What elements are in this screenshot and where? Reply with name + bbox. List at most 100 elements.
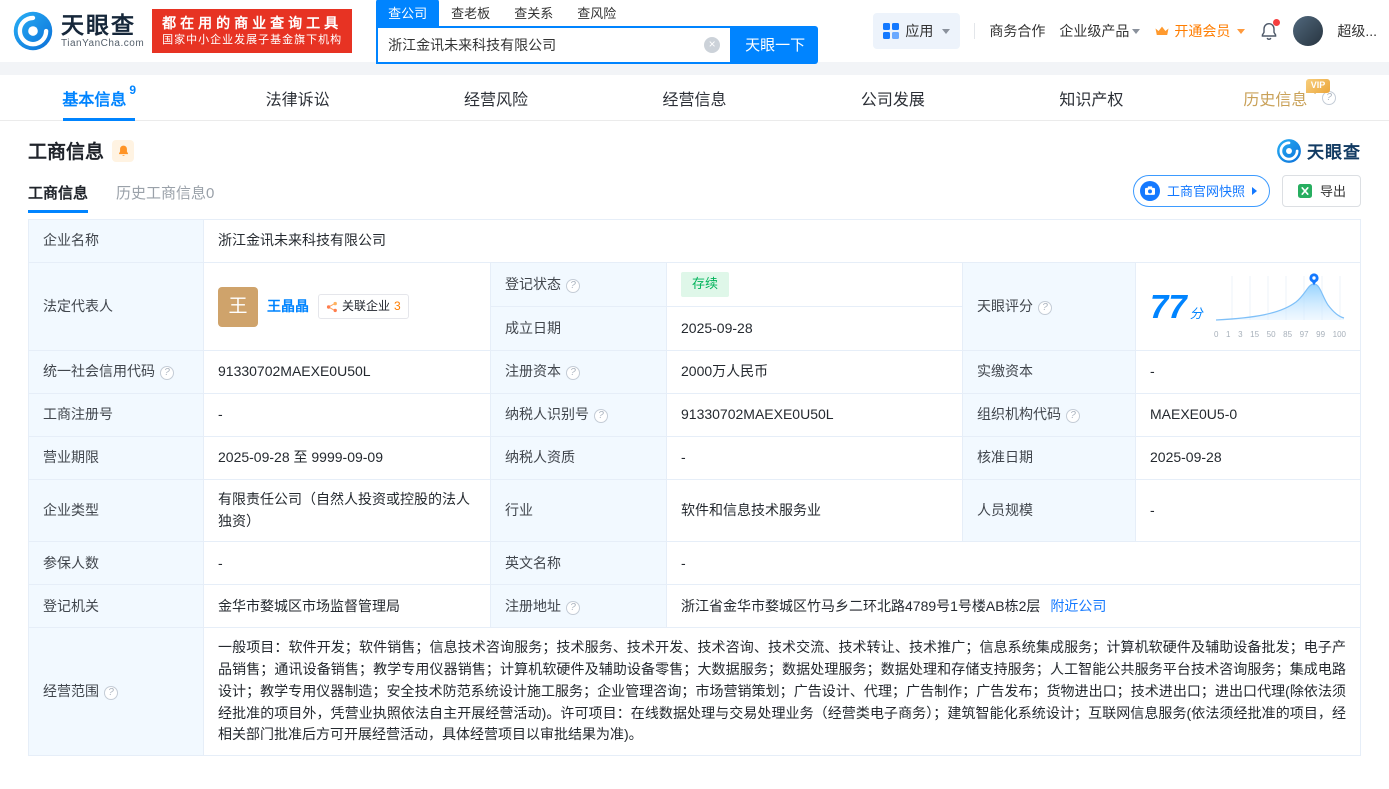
nav-cooperation-label: 商务合作 — [989, 23, 1046, 39]
score-distribution-chart: 0 1 3 15 50 85 97 99 100 — [1214, 272, 1346, 341]
help-icon[interactable] — [160, 366, 174, 381]
nearby-companies-link[interactable]: 附近公司 — [1050, 598, 1106, 614]
taxpayer-quality-label: 纳税人资质 — [490, 436, 667, 481]
help-icon[interactable] — [566, 600, 580, 615]
related-companies-badge[interactable]: 关联企业 3 — [318, 294, 409, 319]
address-value: 浙江省金华市婺城区竹马乡二环北路4789号1号楼AB栋2层 — [681, 597, 1041, 614]
avatar[interactable] — [1293, 16, 1324, 46]
related-companies-icon — [326, 301, 337, 312]
tab-operation-info[interactable]: 经营信息 — [595, 75, 793, 120]
subtab-actions: 工商官网快照 导出 — [1132, 174, 1361, 215]
tab-history-info-label: 历史信息 — [1243, 91, 1308, 109]
search-input-wrap — [376, 25, 733, 64]
reg-capital-label: 注册资本 — [505, 363, 561, 380]
help-icon[interactable] — [566, 278, 580, 293]
nav-enterprise-products[interactable]: 企业级产品 — [1059, 21, 1141, 41]
official-snapshot-button[interactable]: 工商官网快照 — [1132, 174, 1270, 207]
credit-code-label-cell: 统一社会信用代码 — [28, 350, 204, 395]
company-name-label: 企业名称 — [28, 219, 204, 263]
nav-open-vip[interactable]: 开通会员 — [1154, 21, 1246, 41]
legal-rep-avatar[interactable]: 王 — [218, 286, 258, 327]
legal-rep-name-link[interactable]: 王晶晶 — [267, 296, 309, 318]
search-input[interactable] — [388, 36, 705, 53]
scope-label: 经营范围 — [43, 682, 99, 699]
search-tab-relation[interactable]: 查关系 — [502, 0, 565, 26]
tab-basic-info[interactable]: 基本信息 9 — [0, 75, 198, 120]
promo-line1: 都在用的商业查询工具 — [162, 14, 343, 31]
score-curve — [1215, 273, 1345, 321]
legal-rep-label: 法定代表人 — [28, 261, 204, 352]
help-icon[interactable] — [1038, 300, 1052, 315]
scope-label-cell: 经营范围 — [28, 627, 204, 756]
subtab-history-business-info[interactable]: 历史工商信息0 — [116, 174, 214, 215]
table-row: 法定代表人 王 王晶晶 关联企业 3 登记状态? 存续 天眼评分? 77 分 0… — [28, 261, 1361, 352]
address-label-cell: 注册地址 — [490, 584, 667, 629]
brand-name: 天眼查 — [1307, 143, 1361, 162]
english-name-value: - — [666, 541, 1361, 586]
subtab-business-info[interactable]: 工商信息 — [28, 174, 89, 215]
logo-title: 天眼查 — [61, 12, 136, 39]
establish-date-value: 2025-09-28 — [666, 306, 963, 352]
tab-company-development[interactable]: 公司发展 — [794, 75, 992, 120]
camera-icon — [1139, 180, 1160, 201]
bell-icon — [118, 145, 128, 156]
chevron-down-icon — [942, 28, 951, 34]
username[interactable]: 超级... — [1337, 21, 1377, 41]
paid-capital-label: 实缴资本 — [962, 350, 1136, 395]
clear-search-icon[interactable] — [704, 36, 721, 53]
tab-history-info[interactable]: 历史信息 4 VIP — [1191, 75, 1389, 120]
tianyancha-logo[interactable]: 天眼查 TianYanCha.com — [12, 10, 144, 52]
nav-vip-label: 开通会员 — [1174, 23, 1231, 39]
tab-basic-info-count: 9 — [129, 83, 137, 97]
export-button[interactable]: 导出 — [1281, 174, 1361, 207]
site-header: 天眼查 TianYanCha.com 都在用的商业查询工具 国家中小企业发展子基… — [0, 0, 1389, 64]
help-icon[interactable] — [104, 685, 118, 700]
score-number: 77 — [1150, 287, 1187, 325]
promo-line2: 国家中小企业发展子基金旗下机构 — [162, 34, 343, 47]
official-snapshot-label: 工商官网快照 — [1166, 184, 1245, 199]
chevron-down-icon — [1132, 28, 1141, 34]
tab-operation-risk[interactable]: 经营风险 — [397, 75, 595, 120]
search-button[interactable]: 天眼一下 — [732, 25, 819, 64]
search-box: 天眼一下 — [376, 25, 819, 64]
export-label: 导出 — [1319, 184, 1346, 199]
table-row: 经营范围 一般项目：软件开发；软件销售；信息技术咨询服务；技术服务、技术开发、技… — [28, 627, 1361, 756]
search-tab-boss[interactable]: 查老板 — [439, 0, 502, 26]
legal-rep-cell: 王 王晶晶 关联企业 3 — [203, 261, 491, 352]
search-area: 查公司 查老板 查关系 查风险 天眼一下 — [376, 0, 819, 64]
company-type-label: 企业类型 — [28, 479, 204, 543]
help-icon[interactable] — [1066, 409, 1080, 424]
tab-intellectual-property[interactable]: 知识产权 — [992, 75, 1190, 120]
brand-watermark: 天眼查 — [1276, 138, 1361, 164]
term-value: 2025-09-28 至 9999-09-09 — [203, 436, 491, 481]
company-name-value: 浙江金讯未来科技有限公司 — [203, 219, 1361, 263]
score-label: 天眼评分 — [977, 297, 1033, 314]
reg-authority-value: 金华市婺城区市场监督管理局 — [203, 584, 491, 629]
table-row: 统一社会信用代码 91330702MAEXE0U50L 注册资本 2000万人民… — [28, 350, 1361, 395]
term-label: 营业期限 — [28, 436, 204, 481]
apps-button[interactable]: 应用 — [873, 13, 961, 49]
approval-date-value: 2025-09-28 — [1135, 436, 1361, 481]
tab-legal-lawsuit[interactable]: 法律诉讼 — [198, 75, 396, 120]
tab-operation-info-label: 经营信息 — [662, 91, 727, 109]
search-tab-company[interactable]: 查公司 — [376, 0, 440, 26]
apps-label: 应用 — [905, 23, 934, 39]
search-tab-risk[interactable]: 查风险 — [565, 0, 628, 26]
subscribe-bell-button[interactable] — [112, 139, 135, 162]
industry-label: 行业 — [490, 479, 667, 543]
related-companies-count: 3 — [394, 299, 401, 314]
vip-badge: VIP — [1305, 79, 1331, 93]
tab-operation-risk-label: 经营风险 — [464, 91, 529, 109]
score-cell[interactable]: 77 分 0 1 3 15 50 85 97 99 100 — [1135, 261, 1361, 352]
nav-cooperation[interactable]: 商务合作 — [989, 21, 1045, 41]
help-icon[interactable] — [594, 409, 608, 424]
excel-icon — [1297, 183, 1312, 198]
notification-bell[interactable] — [1259, 18, 1281, 42]
tab-company-development-label: 公司发展 — [860, 91, 925, 109]
reg-capital-value: 2000万人民币 — [666, 350, 963, 395]
help-icon[interactable] — [566, 366, 580, 381]
org-code-value: MAEXE0U5-0 — [1135, 393, 1361, 438]
divider — [974, 23, 976, 39]
header-nav: 应用 商务合作 企业级产品 开通会员 超级... — [873, 13, 1377, 49]
table-row: 工商注册号 - 纳税人识别号 91330702MAEXE0U50L 组织机构代码… — [28, 393, 1361, 438]
